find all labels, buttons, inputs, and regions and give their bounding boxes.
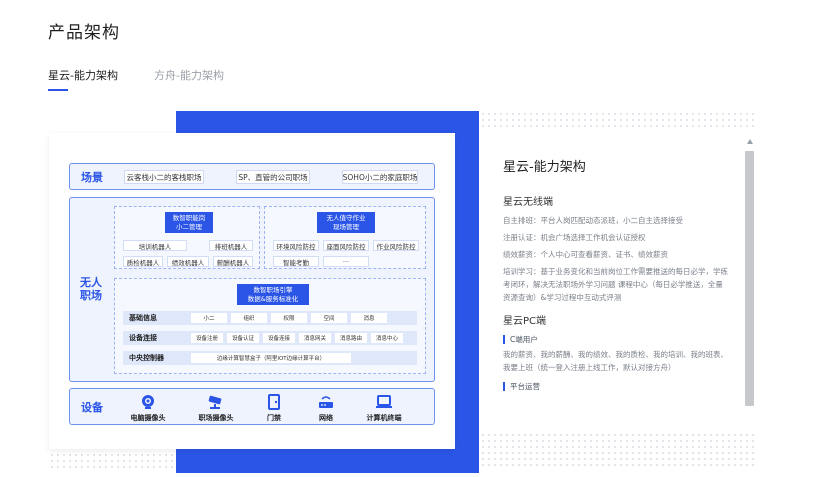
router-icon [319, 396, 333, 408]
description-panel: 星云-能力架构 星云无线端 自主排班：平台人岗匹配动态派班，小二自主选择接受 注… [489, 133, 755, 430]
tag: 设备连接 [263, 333, 295, 343]
tag: 设备认证 [227, 333, 259, 343]
tab-xingyun[interactable]: 星云-能力架构 [48, 67, 118, 91]
control-chip: 智能考勤 [273, 256, 319, 267]
tab-bar: 星云-能力架构 方舟-能力架构 [48, 67, 224, 91]
device-label: 电脑摄像头 [130, 414, 166, 422]
page-title: 产品架构 [48, 23, 120, 43]
devices-section: 设备 电脑摄像头 职场摄像头 门禁 网络 计算机终端 [69, 388, 435, 425]
panel-title: 星云-能力架构 [503, 160, 586, 175]
scene-item: SOHO小二的家庭职场 [342, 170, 418, 184]
scrollbar-thumb[interactable] [745, 151, 754, 406]
tag: 空间 [311, 313, 347, 323]
tag: 设备注册 [191, 333, 223, 343]
device-label: 计算机终端 [366, 414, 402, 422]
device-laptop: 计算机终端 [354, 394, 414, 423]
feature-line: 我的薪资、我的薪酬、我的绩效、我的质检、我的培训、我的班表、我要上班（统一登入注… [503, 350, 728, 372]
unmanned-section: 无人 职场 数智职能岗 小二管理 培训机器人 排班机器人 质检机器人 绩效机器人… [69, 197, 435, 382]
devices-label: 设备 [81, 401, 103, 414]
device-label: 网络 [319, 414, 333, 422]
device-network: 网络 [296, 394, 356, 423]
control-chip: ··· [323, 256, 369, 267]
device-cctv: 职场摄像头 [186, 394, 246, 423]
scene-label: 场景 [81, 171, 103, 184]
scroll-up-arrow[interactable] [747, 139, 753, 144]
dot-pattern-top [480, 111, 755, 131]
tag: 消息中心 [371, 333, 403, 343]
cctv-icon [208, 395, 222, 409]
engine-box: 数智职场引擎 数据&服务标准化 基础信息 小二 组织 权限 空间 消息 设备连接… [114, 278, 426, 374]
tag: 权限 [271, 313, 307, 323]
dot-pattern-left [49, 452, 176, 470]
robot-chip: 薪酬机器人 [213, 256, 253, 267]
scene-item: SP、直管的公司职场 [236, 170, 310, 184]
panel-content: 星云无线端 自主排班：平台人岗匹配动态派班，小二自主选择接受 注册认证：机会广场… [503, 193, 729, 395]
row-label: 中央控制器 [129, 354, 164, 362]
tag: 消息 [351, 313, 387, 323]
laptop-icon [376, 395, 392, 408]
section-heading: 星云无线端 [503, 197, 553, 208]
scene-section: 场景 云客栈小二的客栈职场 SP、直管的公司职场 SOHO小二的家庭职场 [69, 163, 435, 190]
row-label: 基础信息 [129, 314, 157, 322]
tag: 消息路由 [335, 333, 367, 343]
section-heading: 星云PC端 [503, 316, 547, 327]
device-door: 门禁 [244, 394, 304, 423]
sub-heading: C端用户 [503, 335, 729, 344]
row-device-connect: 设备连接 设备注册 设备认证 设备连接 消息网关 消息路由 消息中心 [123, 331, 417, 345]
engine-title: 数智职场引擎 数据&服务标准化 [237, 284, 309, 305]
row-basic-info: 基础信息 小二 组织 权限 空间 消息 [123, 311, 417, 325]
robot-chip: 培训机器人 [123, 240, 187, 251]
unattended-box: 无人值守作业 现场管理 环境风险防控 座面风险防控 作业风险防控 智能考勤 ··… [264, 206, 426, 269]
door-icon [268, 394, 280, 410]
tag: 小二 [191, 313, 227, 323]
smart-job-title: 数智职能岗 小二管理 [165, 212, 213, 233]
tag: 组织 [231, 313, 267, 323]
feature-line: 培训学习：基于业务变化和当前岗位工作需要推送的每日必学，学练考闭环，解决无法职场… [503, 267, 728, 302]
row-central-controller: 中央控制器 边缘计算智慧盒子（阿里IOT边缘计算平台） [123, 351, 417, 365]
tag: 边缘计算智慧盒子（阿里IOT边缘计算平台） [191, 353, 351, 363]
sub-heading: 平台运营 [503, 382, 729, 391]
robot-chip: 排班机器人 [209, 240, 253, 251]
row-label: 设备连接 [129, 334, 157, 342]
feature-line: 注册认证：机会广场选择工作机会认证授权 [503, 233, 646, 242]
device-webcam: 电脑摄像头 [118, 394, 178, 423]
tag: 消息网关 [299, 333, 331, 343]
dot-pattern-bottom [480, 432, 755, 468]
control-chip: 环境风险防控 [273, 240, 319, 251]
device-label: 职场摄像头 [198, 414, 234, 422]
device-label: 门禁 [267, 414, 281, 422]
robot-chip: 质检机器人 [123, 256, 163, 267]
smart-job-box: 数智职能岗 小二管理 培训机器人 排班机器人 质检机器人 绩效机器人 薪酬机器人 [114, 206, 260, 269]
unattended-title: 无人值守作业 现场管理 [317, 212, 375, 233]
tab-fangzhou[interactable]: 方舟-能力架构 [154, 67, 224, 91]
unmanned-label: 无人 职场 [80, 276, 102, 302]
architecture-diagram: 场景 云客栈小二的客栈职场 SP、直管的公司职场 SOHO小二的家庭职场 无人 … [49, 133, 455, 449]
feature-line: 绩效薪资：个人中心可查看薪资、证书、绩效薪资 [503, 250, 668, 259]
control-chip: 作业风险防控 [373, 240, 419, 251]
webcam-icon [142, 395, 154, 409]
control-chip: 座面风险防控 [323, 240, 369, 251]
robot-chip: 绩效机器人 [167, 256, 209, 267]
scene-item: 云客栈小二的客栈职场 [124, 170, 204, 184]
feature-line: 自主排班：平台人岗匹配动态派班，小二自主选择接受 [503, 216, 683, 225]
